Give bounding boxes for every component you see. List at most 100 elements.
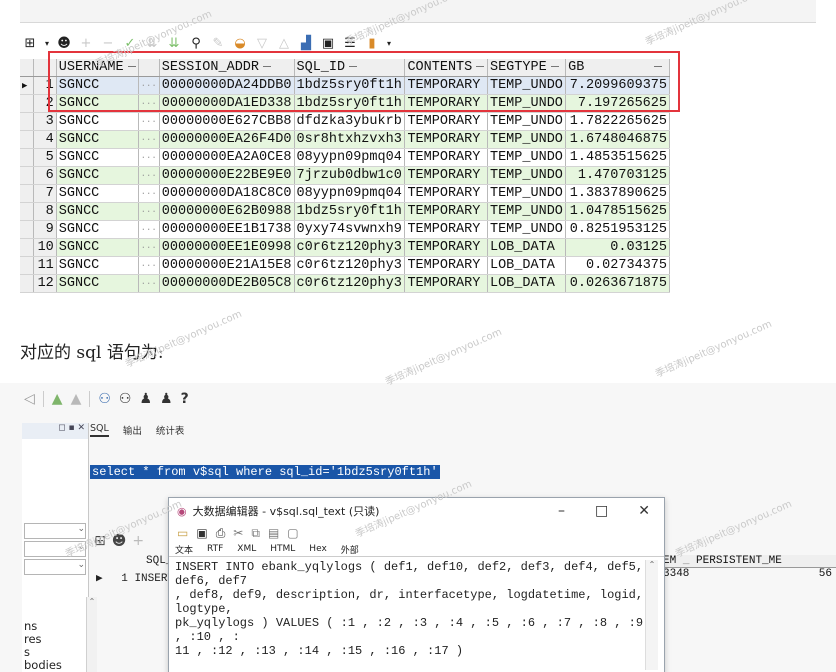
cell-ellipsis[interactable]: ···: [138, 166, 160, 185]
cell-ellipsis[interactable]: ···: [138, 112, 160, 131]
question-icon[interactable]: ?: [181, 391, 189, 407]
row-number[interactable]: 12: [33, 274, 57, 293]
cell-contents[interactable]: TEMPORARY: [404, 130, 488, 149]
cell-gb[interactable]: 1.4853515625: [565, 148, 670, 167]
cell-gb[interactable]: 0.03125: [565, 238, 670, 257]
save-icon[interactable]: ▣: [196, 526, 207, 540]
cell-gb[interactable]: 0.0263671875: [565, 274, 670, 293]
cell-contents[interactable]: TEMPORARY: [404, 148, 488, 167]
filter-icon[interactable]: ⇊: [166, 36, 182, 52]
query-icon[interactable]: ◒: [232, 36, 248, 52]
user-icon[interactable]: ☻: [112, 533, 127, 549]
cell-segtype[interactable]: TEMP_UNDO: [487, 184, 567, 203]
cut-icon[interactable]: ✂: [233, 526, 243, 540]
row-number[interactable]: 5: [33, 148, 57, 167]
cell-sql-id[interactable]: c0r6tz120phy3: [294, 256, 406, 275]
cell-username[interactable]: SGNCC: [56, 112, 139, 131]
dropdown-arrow-icon[interactable]: ▾: [386, 36, 392, 52]
cell-username[interactable]: SGNCC: [56, 184, 139, 203]
cell-session-addr[interactable]: 00000000E21A15E8: [159, 256, 295, 275]
cell-ellipsis[interactable]: ···: [138, 130, 160, 149]
cell-ellipsis[interactable]: ···: [138, 220, 160, 239]
save-icon[interactable]: ▣: [320, 36, 336, 52]
cell-gb[interactable]: 1.7822265625: [565, 112, 670, 131]
sql-editor-selection[interactable]: select * from v$sql where sql_id='1bdz5s…: [90, 465, 440, 479]
cell-gb[interactable]: 0.8251953125: [565, 220, 670, 239]
nav-back-icon[interactable]: ◁: [24, 391, 35, 407]
row-number[interactable]: 3: [33, 112, 57, 131]
table-row[interactable]: 3 SGNCC ··· 00000000E627CBB8 dfdzka3ybukrb TE…: [20, 112, 670, 131]
cell-ellipsis[interactable]: ···: [138, 256, 160, 275]
cell-segtype[interactable]: TEMP_UNDO: [487, 166, 567, 185]
tab-stats[interactable]: 统计表: [156, 423, 185, 437]
tab-output[interactable]: 输出: [123, 423, 142, 437]
bar-chart-icon[interactable]: ▮: [364, 36, 380, 52]
cell-username[interactable]: SGNCC: [56, 238, 139, 257]
schema-icon[interactable]: ♟: [139, 391, 152, 407]
cell-username[interactable]: SGNCC: [56, 256, 139, 275]
cell-username[interactable]: SGNCC: [56, 148, 139, 167]
cell-segtype[interactable]: TEMP_UNDO: [487, 220, 567, 239]
list-item[interactable]: bodies: [24, 659, 62, 672]
popup-scrollbar[interactable]: ⌃: [645, 560, 658, 670]
connect-icon[interactable]: ⚇: [98, 391, 111, 407]
cell-sql-id[interactable]: 0yxy74svwnxh9: [294, 220, 406, 239]
tab-hex[interactable]: Hex: [309, 544, 326, 554]
tab-rtf[interactable]: RTF: [207, 544, 223, 554]
clear-icon[interactable]: ▢: [287, 526, 298, 540]
filter-down-icon[interactable]: ⇊: [144, 36, 160, 52]
cell-session-addr[interactable]: 00000000EA2A0CE8: [159, 148, 295, 167]
dropdown-arrow-icon[interactable]: ▾: [44, 36, 50, 52]
cell-session-addr[interactable]: 00000000DE2B05C8: [159, 274, 295, 293]
cell-gb[interactable]: 1.0478515625: [565, 202, 670, 221]
row-number[interactable]: 11: [33, 256, 57, 275]
user-icon[interactable]: ♟: [160, 391, 173, 407]
table-row[interactable]: 4 SGNCC ··· 00000000EA26F4D0 0sr8htxhzvxh3 TE…: [20, 130, 670, 149]
cell-ellipsis[interactable]: ···: [138, 202, 160, 221]
chart-icon[interactable]: ▟: [298, 36, 314, 52]
cell-sql-id[interactable]: c0r6tz120phy3: [294, 238, 406, 257]
tab-external[interactable]: 外部: [341, 543, 359, 556]
table-row[interactable]: 8 SGNCC ··· 00000000E62B0988 1bdz5sry0ft1h TE…: [20, 202, 670, 221]
table-row[interactable]: 5 SGNCC ··· 00000000EA2A0CE8 08yypn09pmq04 TE…: [20, 148, 670, 167]
pane-scrollbar[interactable]: ⌃: [86, 597, 97, 672]
triangle-up-icon[interactable]: △: [276, 36, 292, 52]
cell-segtype[interactable]: LOB_DATA: [487, 238, 567, 257]
cell-username[interactable]: SGNCC: [56, 274, 139, 293]
paste-icon[interactable]: ▤: [268, 526, 279, 540]
cell-sql-id[interactable]: 08yypn09pmq04: [294, 148, 406, 167]
tab-html[interactable]: HTML: [270, 544, 295, 554]
table-row[interactable]: 11 SGNCC ··· 00000000E21A15E8 c0r6tz120phy3 T…: [20, 256, 670, 275]
cell-session-addr[interactable]: 00000000E22BE9E0: [159, 166, 295, 185]
cell-gb[interactable]: 1.6748046875: [565, 130, 670, 149]
cell-contents[interactable]: TEMPORARY: [404, 256, 488, 275]
table-row[interactable]: 12 SGNCC ··· 00000000DE2B05C8 c0r6tz120phy3 T…: [20, 274, 670, 293]
cell-session-addr[interactable]: 00000000E627CBB8: [159, 112, 295, 131]
cell-gb[interactable]: 1.470703125: [565, 166, 670, 185]
stop-icon[interactable]: ▲: [71, 391, 82, 407]
cell-ellipsis[interactable]: ···: [138, 184, 160, 203]
pane-dropdown[interactable]: ⌄: [24, 523, 86, 539]
pencil-icon[interactable]: ✎: [210, 36, 226, 52]
sql-text-content[interactable]: INSERT INTO ebank_yqlylogs ( def1, def10…: [175, 560, 645, 658]
green-run-icon[interactable]: ▲: [52, 391, 63, 407]
cell-contents[interactable]: TEMPORARY: [404, 220, 488, 239]
cell-session-addr[interactable]: 00000000DA18C8C0: [159, 184, 295, 203]
cell-sql-id[interactable]: dfdzka3ybukrb: [294, 112, 406, 131]
pane-dropdown[interactable]: ⌄: [24, 541, 86, 557]
row-number[interactable]: 9: [33, 220, 57, 239]
table-row[interactable]: 10 SGNCC ··· 00000000EE1E0998 c0r6tz120phy3 T…: [20, 238, 670, 257]
print-icon[interactable]: ☰: [342, 36, 358, 52]
cell-contents[interactable]: TEMPORARY: [404, 184, 488, 203]
tab-sql[interactable]: SQL: [90, 423, 109, 437]
print-icon[interactable]: ⎙: [216, 526, 226, 541]
triangle-down-icon[interactable]: ▽: [254, 36, 270, 52]
user-icon[interactable]: ☻: [56, 36, 72, 52]
row-number[interactable]: 8: [33, 202, 57, 221]
cell-segtype[interactable]: LOB_DATA: [487, 256, 567, 275]
copy-icon[interactable]: ⧉: [251, 526, 260, 541]
row-number[interactable]: 4: [33, 130, 57, 149]
cell-username[interactable]: SGNCC: [56, 166, 139, 185]
cell-username[interactable]: SGNCC: [56, 220, 139, 239]
cell-contents[interactable]: TEMPORARY: [404, 274, 488, 293]
